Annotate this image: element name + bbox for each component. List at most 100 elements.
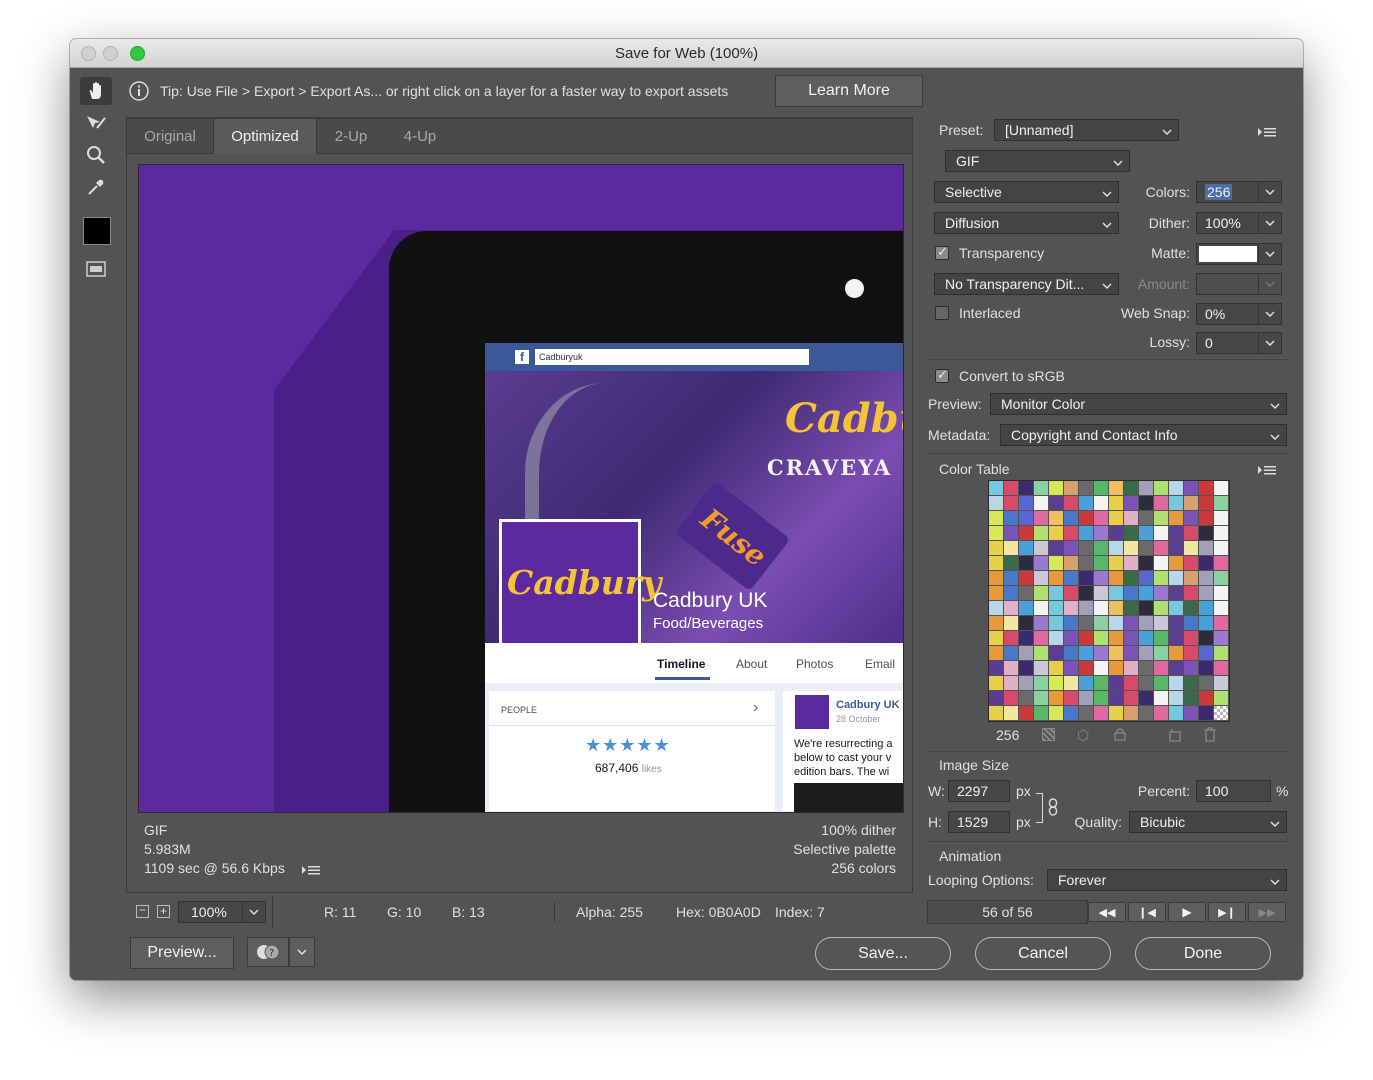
color-swatch[interactable] [1049, 706, 1063, 720]
color-swatch[interactable] [1139, 706, 1153, 720]
color-swatch[interactable] [1079, 616, 1093, 630]
color-swatch[interactable] [1154, 631, 1168, 645]
metadata-select[interactable]: Copyright and Contact Info [1000, 424, 1287, 446]
zoom-in-button[interactable]: + [157, 905, 170, 918]
color-swatch[interactable] [1214, 481, 1228, 495]
color-swatch[interactable] [1124, 601, 1138, 615]
color-swatch[interactable] [1079, 706, 1093, 720]
tab-2-up[interactable]: 2-Up [317, 119, 385, 154]
color-swatch[interactable] [1019, 676, 1033, 690]
color-swatch[interactable] [989, 676, 1003, 690]
color-swatch[interactable] [1154, 676, 1168, 690]
color-swatch[interactable] [1034, 631, 1048, 645]
color-swatch[interactable] [1139, 511, 1153, 525]
web-snap-cube-icon[interactable]: ⬡ [1077, 727, 1089, 744]
color-swatch[interactable] [989, 616, 1003, 630]
color-swatch[interactable] [1124, 496, 1138, 510]
color-swatch[interactable] [1049, 556, 1063, 570]
color-swatch[interactable] [1199, 526, 1213, 540]
convert-srgb-checkbox[interactable] [935, 367, 949, 383]
color-swatch[interactable] [1109, 496, 1123, 510]
download-speed-menu-icon[interactable] [302, 863, 320, 879]
color-swatch[interactable] [1154, 571, 1168, 585]
color-swatch[interactable] [1109, 556, 1123, 570]
color-swatch[interactable] [1169, 571, 1183, 585]
dither-input[interactable]: 100% [1196, 212, 1282, 234]
color-swatch[interactable] [989, 556, 1003, 570]
eyedropper-tool-icon[interactable] [80, 173, 112, 201]
color-swatch[interactable] [1109, 646, 1123, 660]
color-swatch[interactable] [1109, 541, 1123, 555]
color-swatch[interactable] [1199, 661, 1213, 675]
color-swatch[interactable] [1124, 586, 1138, 600]
color-swatch[interactable] [1124, 631, 1138, 645]
color-swatch[interactable] [1064, 556, 1078, 570]
color-swatch[interactable] [1124, 526, 1138, 540]
color-swatch[interactable] [1139, 631, 1153, 645]
toggle-slices-visibility-icon[interactable] [80, 255, 112, 283]
color-swatch[interactable] [1079, 601, 1093, 615]
color-swatch[interactable] [1169, 556, 1183, 570]
color-swatch[interactable] [1199, 646, 1213, 660]
color-swatch[interactable] [1049, 496, 1063, 510]
color-swatch[interactable] [1169, 631, 1183, 645]
color-swatch[interactable] [1019, 646, 1033, 660]
color-swatch[interactable] [1034, 601, 1048, 615]
color-swatch[interactable] [1199, 571, 1213, 585]
color-swatch[interactable] [1169, 526, 1183, 540]
color-swatch[interactable] [1214, 691, 1228, 705]
hand-tool-icon[interactable] [80, 77, 112, 105]
color-swatch[interactable] [1154, 616, 1168, 630]
color-swatch[interactable] [1169, 616, 1183, 630]
color-swatch[interactable] [1034, 646, 1048, 660]
color-swatch[interactable] [1184, 541, 1198, 555]
color-swatch[interactable] [1079, 526, 1093, 540]
color-swatch[interactable] [1064, 541, 1078, 555]
color-swatch[interactable] [989, 586, 1003, 600]
colors-input[interactable]: 256 [1196, 181, 1282, 203]
color-swatch[interactable] [1079, 481, 1093, 495]
color-swatch[interactable] [1184, 616, 1198, 630]
zoom-out-button[interactable]: − [136, 904, 149, 918]
color-swatch[interactable] [1154, 556, 1168, 570]
color-swatch[interactable] [1004, 631, 1018, 645]
color-swatch[interactable] [1124, 646, 1138, 660]
color-swatch[interactable] [1049, 676, 1063, 690]
color-swatch[interactable] [1154, 586, 1168, 600]
color-swatch[interactable] [1199, 706, 1213, 720]
zoom-tool-icon[interactable] [80, 141, 112, 169]
color-swatch[interactable] [1109, 691, 1123, 705]
color-swatch[interactable] [1079, 691, 1093, 705]
color-swatch[interactable] [1169, 601, 1183, 615]
color-swatch[interactable] [989, 526, 1003, 540]
color-swatch[interactable] [1019, 691, 1033, 705]
color-swatch[interactable] [1199, 481, 1213, 495]
color-swatch[interactable] [1199, 586, 1213, 600]
color-swatch[interactable] [989, 646, 1003, 660]
height-input[interactable]: 1529 [948, 811, 1010, 833]
color-swatch[interactable] [1214, 511, 1228, 525]
color-swatch[interactable] [1094, 676, 1108, 690]
color-swatch[interactable] [1169, 646, 1183, 660]
color-swatch[interactable] [1004, 646, 1018, 660]
color-swatch[interactable] [1184, 646, 1198, 660]
color-swatch[interactable] [989, 691, 1003, 705]
trash-icon[interactable] [1203, 727, 1217, 745]
resample-quality-select[interactable]: Bicubic [1129, 811, 1287, 833]
color-swatch[interactable] [1004, 601, 1018, 615]
link-proportions-icon[interactable] [1048, 798, 1058, 819]
color-swatch[interactable] [1034, 571, 1048, 585]
color-swatch[interactable] [1184, 481, 1198, 495]
color-swatch[interactable] [1094, 646, 1108, 660]
color-swatch[interactable] [1214, 556, 1228, 570]
first-frame-icon[interactable]: ◀◀ [1088, 902, 1126, 922]
play-animation-icon[interactable]: ▶ [1168, 902, 1206, 922]
color-swatch[interactable] [1064, 661, 1078, 675]
color-swatch[interactable] [1019, 481, 1033, 495]
color-swatch[interactable] [1184, 556, 1198, 570]
color-swatch[interactable] [1139, 481, 1153, 495]
color-swatch[interactable] [1034, 676, 1048, 690]
color-swatch[interactable] [1109, 511, 1123, 525]
color-swatch[interactable] [1109, 571, 1123, 585]
color-swatch[interactable] [1049, 511, 1063, 525]
